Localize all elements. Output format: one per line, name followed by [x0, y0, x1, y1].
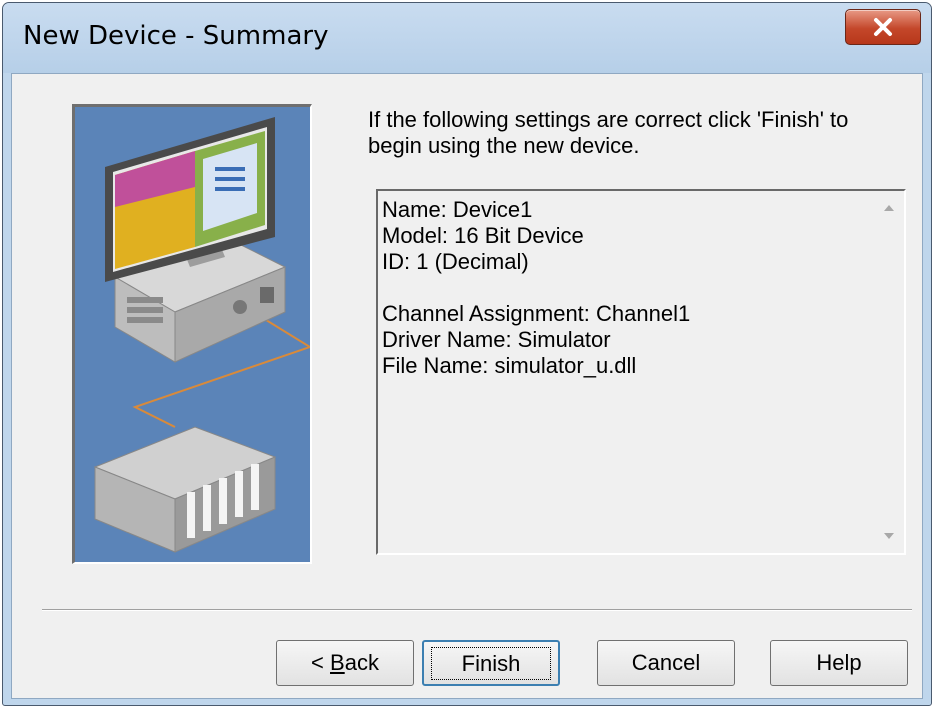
- back-button-mnemonic: B: [330, 650, 345, 675]
- finish-button[interactable]: Finish: [422, 640, 560, 686]
- scroll-down-arrow-icon[interactable]: [874, 521, 904, 551]
- summary-line-blank: [382, 275, 872, 301]
- back-button[interactable]: < Back: [276, 640, 414, 686]
- summary-textbox[interactable]: Name: Device1 Model: 16 Bit Device ID: 1…: [376, 189, 906, 555]
- summary-line-model: Model: 16 Bit Device: [382, 223, 584, 248]
- summary-text: Name: Device1 Model: 16 Bit Device ID: 1…: [382, 197, 872, 379]
- intro-text: If the following settings are correct cl…: [368, 107, 849, 158]
- separator: [42, 609, 912, 611]
- summary-line-driver: Driver Name: Simulator: [382, 327, 611, 352]
- summary-line-name: Name: Device1: [382, 197, 533, 222]
- scroll-up-arrow-icon[interactable]: [874, 193, 904, 223]
- cancel-button[interactable]: Cancel: [597, 640, 735, 686]
- close-icon: [872, 17, 894, 37]
- close-button[interactable]: [845, 9, 921, 45]
- help-button-label: Help: [816, 650, 862, 675]
- dialog-body: If the following settings are correct cl…: [11, 73, 923, 699]
- dialog-window: New Device - Summary If the following se…: [2, 2, 932, 706]
- finish-button-label: Finish: [430, 646, 552, 680]
- summary-line-channel: Channel Assignment: Channel1: [382, 301, 691, 326]
- summary-line-file: File Name: simulator_u.dll: [382, 353, 637, 378]
- vertical-scrollbar[interactable]: [874, 191, 904, 553]
- cancel-button-label: Cancel: [631, 650, 701, 675]
- device-illustration: [72, 104, 312, 564]
- title-bar[interactable]: New Device - Summary: [3, 3, 931, 73]
- help-button[interactable]: Help: [770, 640, 908, 686]
- back-button-label: ack: [344, 650, 379, 675]
- window-title: New Device - Summary: [23, 21, 329, 51]
- summary-line-id: ID: 1 (Decimal): [382, 249, 529, 274]
- back-button-prefix: <: [311, 650, 331, 675]
